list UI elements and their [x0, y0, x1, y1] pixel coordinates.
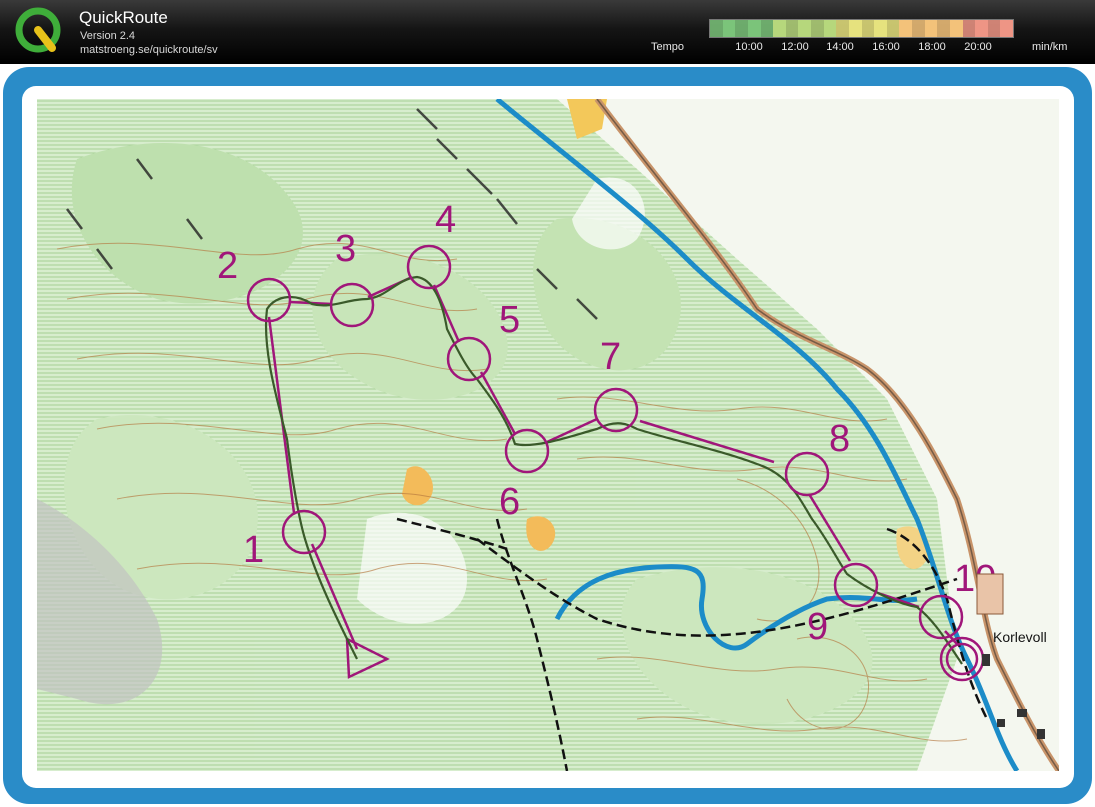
- tempo-scale-segment: [886, 20, 900, 37]
- tempo-color-scale: [709, 19, 1014, 38]
- app-version: Version 2.4: [80, 30, 136, 42]
- tempo-scale-segment: [836, 20, 849, 37]
- control-label-6: 6: [499, 481, 520, 523]
- tempo-tick: 20:00: [964, 41, 992, 53]
- tempo-scale-segment: [722, 20, 736, 37]
- orienteering-map[interactable]: 1 2 3 4 5 6 7 8 9 10 Korlevoll: [37, 99, 1059, 771]
- tempo-tick: 14:00: [826, 41, 854, 53]
- app-header: QuickRoute Version 2.4 matstroeng.se/qui…: [0, 0, 1095, 64]
- control-label-7: 7: [600, 336, 621, 378]
- tempo-tick: 10:00: [735, 41, 763, 53]
- tempo-scale-segment: [975, 20, 988, 37]
- tempo-scale-segment: [710, 20, 723, 37]
- parking-area: [976, 573, 1004, 615]
- tempo-scale-segment: [735, 20, 748, 37]
- tempo-scale-segment: [747, 20, 761, 37]
- control-label-8: 8: [829, 418, 850, 460]
- control-label-3: 3: [335, 228, 356, 270]
- app-title: QuickRoute: [79, 8, 168, 27]
- tempo-scale-segment: [760, 20, 774, 37]
- tempo-scale-segment: [962, 20, 976, 37]
- place-label-korlevoll: Korlevoll: [993, 629, 1047, 645]
- control-label-9: 9: [807, 606, 828, 648]
- tempo-scale-segment: [937, 20, 950, 37]
- quickroute-logo-icon: [15, 7, 61, 53]
- control-label-2: 2: [217, 245, 238, 287]
- tempo-scale-segment: [1000, 20, 1013, 37]
- tempo-scale-segment: [773, 20, 786, 37]
- tempo-label: Tempo: [651, 41, 685, 53]
- tempo-scale-segment: [848, 20, 862, 37]
- control-label-5: 5: [499, 299, 520, 341]
- tempo-scale-segment: [949, 20, 963, 37]
- tempo-scale-segment: [874, 20, 887, 37]
- control-label-4: 4: [435, 199, 456, 241]
- tempo-scale-segment: [785, 20, 799, 37]
- tempo-tick: 18:00: [918, 41, 946, 53]
- tempo-scale-segment: [861, 20, 875, 37]
- tempo-scale-segment: [987, 20, 1001, 37]
- tempo-scale-segment: [899, 20, 912, 37]
- tempo-tick: 16:00: [872, 41, 900, 53]
- tempo-scale-segment: [823, 20, 837, 37]
- tempo-unit: min/km: [1032, 41, 1068, 53]
- control-label-1: 1: [243, 529, 264, 571]
- tempo-scale-segment: [811, 20, 824, 37]
- tempo-tick: 12:00: [781, 41, 809, 53]
- tempo-scale-segment: [924, 20, 938, 37]
- app-url[interactable]: matstroeng.se/quickroute/sv: [80, 44, 218, 56]
- tempo-scale-segment: [912, 20, 925, 37]
- tempo-scale-segment: [798, 20, 811, 37]
